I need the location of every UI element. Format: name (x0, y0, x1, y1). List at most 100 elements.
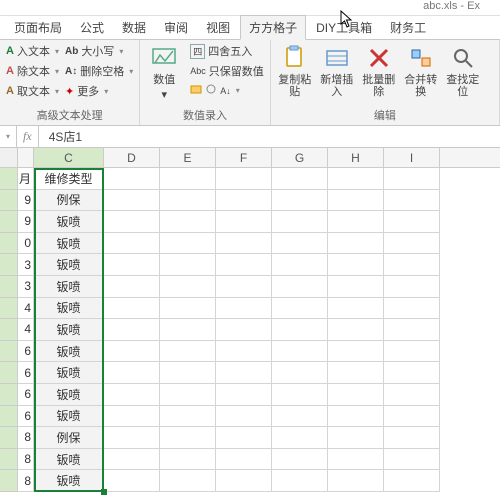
cell-b[interactable]: 8 (18, 427, 34, 449)
cell[interactable] (328, 449, 384, 471)
cell-b-header[interactable]: 月 (18, 168, 34, 190)
cell[interactable] (384, 276, 440, 298)
cell[interactable] (104, 276, 160, 298)
merge-convert-button[interactable]: 合并转换 (401, 42, 441, 106)
cell[interactable] (272, 406, 328, 428)
cell-c[interactable]: 例保 (34, 190, 104, 212)
insert-new-button[interactable]: 新增插入 (317, 42, 357, 106)
row-header[interactable] (0, 276, 18, 298)
cell[interactable] (104, 190, 160, 212)
cell[interactable] (272, 276, 328, 298)
cell[interactable] (272, 362, 328, 384)
copy-paste-button[interactable]: 复制粘贴 (275, 42, 315, 106)
cell[interactable] (272, 211, 328, 233)
cell-b[interactable]: 3 (18, 254, 34, 276)
cell[interactable] (216, 319, 272, 341)
cell[interactable] (104, 341, 160, 363)
row-header[interactable] (0, 254, 18, 276)
cell[interactable] (384, 211, 440, 233)
cell-b[interactable]: 6 (18, 406, 34, 428)
select-all-corner[interactable] (0, 148, 18, 167)
get-text-button[interactable]: A 取文本 ▾ (4, 82, 61, 100)
cell-b[interactable]: 6 (18, 362, 34, 384)
cell-b[interactable]: 8 (18, 449, 34, 471)
cell[interactable] (328, 298, 384, 320)
cell[interactable] (216, 470, 272, 492)
cell[interactable] (272, 384, 328, 406)
name-box-dropdown[interactable]: ▾ (0, 126, 17, 147)
row-header[interactable] (0, 362, 18, 384)
cell[interactable] (104, 298, 160, 320)
shuzhi-button[interactable]: 数值 ▾ (144, 42, 184, 106)
cell[interactable] (384, 233, 440, 255)
cell-b[interactable]: 4 (18, 319, 34, 341)
cell-c[interactable]: 钣喷 (34, 470, 104, 492)
cell-c[interactable]: 钣喷 (34, 276, 104, 298)
cell-b[interactable]: 4 (18, 298, 34, 320)
keep-value-button[interactable]: Abc 只保留数值 (188, 62, 266, 80)
tab-layout[interactable]: 页面布局 (6, 16, 70, 39)
cell[interactable] (104, 319, 160, 341)
col-header-f[interactable]: F (216, 148, 272, 167)
cell-c[interactable]: 钣喷 (34, 211, 104, 233)
col-header-h[interactable]: H (328, 148, 384, 167)
cell[interactable] (216, 427, 272, 449)
cell[interactable] (384, 384, 440, 406)
cell[interactable] (160, 276, 216, 298)
tab-review[interactable]: 审阅 (156, 16, 196, 39)
cell[interactable] (160, 168, 216, 190)
cell[interactable] (104, 211, 160, 233)
cell[interactable] (384, 341, 440, 363)
cell[interactable] (160, 319, 216, 341)
cell-c[interactable]: 钣喷 (34, 449, 104, 471)
cell[interactable] (104, 427, 160, 449)
tab-caiwu[interactable]: 财务工 (382, 16, 434, 39)
value-misc-button[interactable]: A↓ ▾ (188, 82, 266, 99)
cell[interactable] (160, 427, 216, 449)
cell-c[interactable]: 钣喷 (34, 319, 104, 341)
cell[interactable] (272, 168, 328, 190)
cell-c[interactable]: 钣喷 (34, 233, 104, 255)
delete-space-button[interactable]: A↕ 删除空格 ▾ (63, 62, 135, 80)
cell-c[interactable]: 钣喷 (34, 298, 104, 320)
cell-b[interactable]: 6 (18, 341, 34, 363)
col-header-b-partial[interactable] (18, 148, 34, 167)
formula-input[interactable]: 4S店1 (39, 128, 82, 145)
find-locate-button[interactable]: 查找定位 (443, 42, 483, 106)
row-header[interactable] (0, 319, 18, 341)
cell[interactable] (216, 449, 272, 471)
cell-c[interactable]: 钣喷 (34, 254, 104, 276)
cell[interactable] (104, 233, 160, 255)
case-button[interactable]: Ab 大小写 ▾ (63, 42, 135, 60)
row-header[interactable] (0, 233, 18, 255)
cell[interactable] (328, 341, 384, 363)
cell[interactable] (216, 298, 272, 320)
cell[interactable] (272, 427, 328, 449)
cell[interactable] (216, 211, 272, 233)
cell[interactable] (104, 449, 160, 471)
cell[interactable] (384, 168, 440, 190)
batch-delete-button[interactable]: 批量删除 (359, 42, 399, 106)
cell[interactable] (272, 254, 328, 276)
cell[interactable] (104, 406, 160, 428)
cell[interactable] (160, 211, 216, 233)
more-button[interactable]: ✦ 更多 ▾ (63, 82, 135, 100)
col-header-g[interactable]: G (272, 148, 328, 167)
cell[interactable] (160, 233, 216, 255)
row-header[interactable] (0, 168, 18, 190)
cell[interactable] (160, 449, 216, 471)
row-header[interactable] (0, 211, 18, 233)
cell[interactable] (384, 470, 440, 492)
cell[interactable] (272, 233, 328, 255)
cell[interactable] (160, 254, 216, 276)
cell[interactable] (328, 470, 384, 492)
cell[interactable] (216, 254, 272, 276)
cell[interactable] (216, 384, 272, 406)
tab-data[interactable]: 数据 (114, 16, 154, 39)
cell-c[interactable]: 钣喷 (34, 341, 104, 363)
cell[interactable] (104, 254, 160, 276)
tab-view[interactable]: 视图 (198, 16, 238, 39)
cell[interactable] (328, 190, 384, 212)
row-header[interactable] (0, 384, 18, 406)
cell[interactable] (328, 406, 384, 428)
